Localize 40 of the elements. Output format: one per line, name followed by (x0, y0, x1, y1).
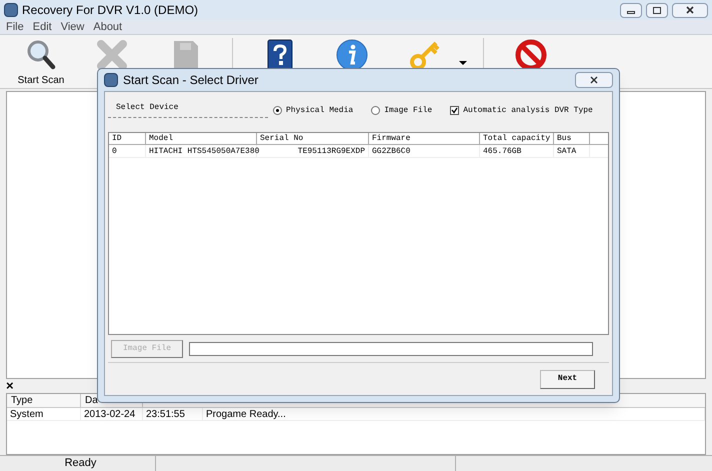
status-text: Ready (6, 456, 156, 471)
app-icon (4, 3, 18, 17)
column-header[interactable]: Model (146, 133, 257, 144)
table-cell: 0 (109, 145, 146, 157)
column-header[interactable]: Serial No (257, 133, 369, 144)
path-input-field[interactable] (189, 342, 593, 356)
dialog-title: Start Scan - Select Driver (123, 72, 258, 89)
column-header[interactable]: ID (109, 133, 146, 144)
close-log-button[interactable]: × (6, 379, 16, 393)
maximize-button[interactable] (646, 2, 668, 18)
toolbar-button[interactable]: Start Scan (10, 38, 72, 86)
radio-button[interactable]: Physical Media (273, 105, 354, 116)
menu-item[interactable]: Edit (32, 18, 52, 36)
group-label: Select Device (108, 102, 268, 118)
next-button[interactable]: Next (540, 370, 595, 388)
table-cell: 2013-02-24 (81, 408, 143, 420)
table-cell: 23:51:55 (143, 408, 203, 420)
app-icon (104, 73, 118, 87)
table-cell: 465.76GB (480, 145, 554, 157)
minimize-button[interactable] (620, 2, 642, 18)
menu-item[interactable]: View (60, 18, 84, 36)
close-icon (686, 6, 694, 14)
close-button[interactable] (575, 72, 613, 88)
menu-item[interactable]: File (6, 18, 24, 36)
checkbox[interactable]: Automatic analysis DVR Type (450, 105, 593, 116)
column-header[interactable]: Total capacity (480, 133, 554, 144)
close-button[interactable] (672, 2, 708, 18)
column-header[interactable]: Type (7, 394, 81, 407)
table-cell: Progame Ready... (203, 408, 705, 420)
check-icon (451, 107, 458, 114)
window-title: Recovery For DVR V1.0 (DEMO) (22, 2, 198, 19)
close-icon (590, 76, 598, 84)
column-header[interactable]: Firmware (369, 133, 480, 144)
table-cell: System (7, 408, 81, 420)
column-header[interactable]: Bus (554, 133, 590, 144)
menu-item[interactable]: About (93, 18, 122, 36)
table-cell: GG2ZB6C0 (369, 145, 480, 157)
table-cell: SATA (554, 145, 590, 157)
table-cell: HITACHI HTS545050A7E380 (146, 145, 257, 157)
radio-button[interactable]: Image File (371, 105, 432, 116)
